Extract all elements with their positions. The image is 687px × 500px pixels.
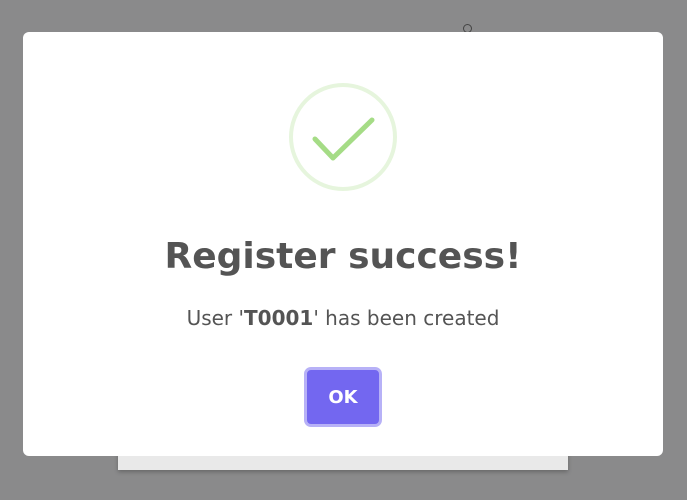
success-check-icon xyxy=(289,83,397,191)
success-dialog: Register success! User 'T0001' has been … xyxy=(23,32,663,456)
dialog-title: Register success! xyxy=(164,236,522,277)
message-prefix: User ' xyxy=(186,306,245,330)
message-suffix: ' has been created xyxy=(313,306,500,330)
ok-button[interactable]: OK xyxy=(304,367,382,427)
username: T0001 xyxy=(244,306,314,330)
dialog-message: User 'T0001' has been created xyxy=(23,304,663,332)
